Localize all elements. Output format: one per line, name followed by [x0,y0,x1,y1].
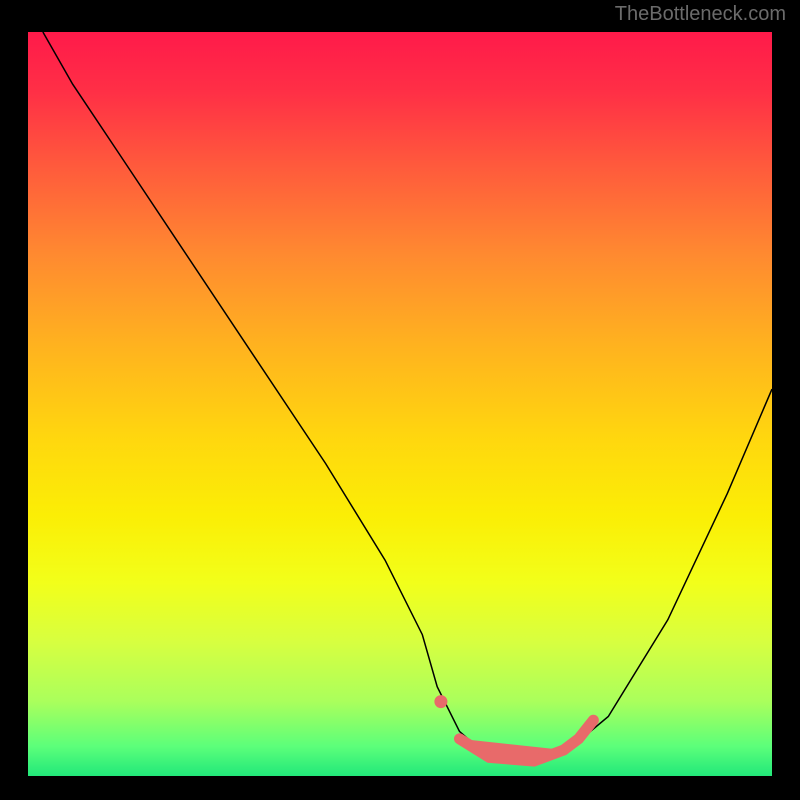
highlight-segment-b [564,720,594,750]
chart-plot-area [28,32,772,776]
bottleneck-curve-path [43,32,772,761]
chart-svg [28,32,772,776]
highlight-segment-a [460,739,564,761]
watermark-text: TheBottleneck.com [615,3,786,26]
highlight-dot [435,696,447,708]
